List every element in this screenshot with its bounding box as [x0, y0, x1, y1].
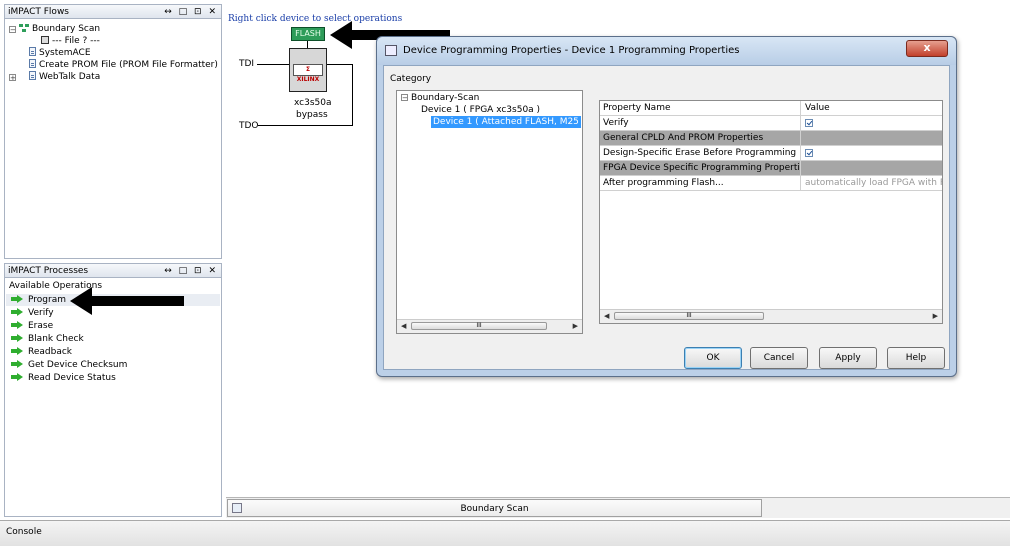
boundary-scan-collapse-icon[interactable]: −: [9, 26, 16, 34]
chain-line-right: [327, 64, 353, 65]
property-category-cpld-prom: General CPLD And PROM Properties: [600, 131, 942, 146]
xilinx-logo-icon: Σ XILINX: [293, 64, 323, 83]
flow-item-create-prom[interactable]: Create PROM File (PROM File Formatter): [29, 59, 218, 71]
dialog-body: Category − Boundary-Scan Device 1 ( FPGA…: [383, 65, 950, 370]
device-name-label: xc3s50a: [294, 98, 332, 108]
category-label: Category: [390, 74, 432, 84]
property-horizontal-scrollbar[interactable]: ◀ III ▶: [600, 309, 942, 323]
scroll-thumb[interactable]: III: [411, 322, 547, 330]
property-row-verify[interactable]: Verify: [600, 116, 942, 131]
category-device-1-flash[interactable]: Device 1 ( Attached FLASH, M25: [431, 116, 581, 128]
property-row-after-programming-flash[interactable]: After programming Flash... automatically…: [600, 176, 942, 191]
boundary-scan-icon: [19, 24, 29, 32]
green-arrow-icon: [11, 295, 23, 303]
document-icon: [29, 47, 36, 56]
flash-connector: [307, 41, 308, 48]
operation-program[interactable]: Program: [11, 294, 66, 306]
operation-get-device-checksum[interactable]: Get Device Checksum: [11, 359, 127, 371]
webtalk-expand-icon[interactable]: +: [9, 74, 16, 82]
property-value: [802, 161, 942, 175]
processes-panel-controls[interactable]: ↔ □ ⊡ ✕: [164, 264, 218, 278]
impact-flows-panel: iMPACT Flows ↔ □ ⊡ ✕ − Boundary Scan ---…: [4, 4, 222, 259]
tab-label: Boundary Scan: [460, 504, 529, 514]
fpga-chip[interactable]: Σ XILINX: [289, 48, 327, 92]
flow-item-boundary-scan[interactable]: Boundary Scan: [19, 23, 100, 35]
tdo-line: [258, 125, 353, 126]
property-value: [802, 146, 942, 160]
property-row-design-specific-erase[interactable]: Design-Specific Erase Before Programming: [600, 146, 942, 161]
green-arrow-icon: [11, 347, 23, 355]
flow-item-systemace[interactable]: SystemACE: [29, 47, 91, 59]
property-grid: Property Name Value Verify General CPLD …: [599, 100, 943, 324]
chain-line-vertical: [352, 64, 353, 125]
green-arrow-icon: [11, 373, 23, 381]
operation-verify[interactable]: Verify: [11, 307, 54, 319]
erase-checkbox[interactable]: [805, 149, 813, 157]
property-value: [802, 131, 942, 145]
operation-read-device-status[interactable]: Read Device Status: [11, 372, 116, 384]
processes-panel-header: iMPACT Processes ↔ □ ⊡ ✕: [5, 264, 221, 278]
tab-boundary-scan[interactable]: Boundary Scan: [227, 499, 762, 517]
column-property-name[interactable]: Property Name: [600, 101, 801, 115]
processes-panel-title: iMPACT Processes: [8, 266, 89, 276]
property-name: Design-Specific Erase Before Programming: [600, 146, 801, 160]
category-horizontal-scrollbar[interactable]: ◀ III ▶: [397, 319, 582, 333]
flash-device[interactable]: FLASH: [291, 27, 325, 41]
boundary-scan-category-collapse-icon[interactable]: −: [401, 94, 408, 102]
property-name: Verify: [600, 116, 801, 130]
green-arrow-icon: [11, 334, 23, 342]
property-grid-header: Property Name Value: [600, 101, 942, 116]
green-arrow-icon: [11, 308, 23, 316]
close-button[interactable]: x: [906, 40, 948, 57]
category-tree[interactable]: − Boundary-Scan Device 1 ( FPGA xc3s50a …: [396, 90, 583, 334]
canvas-hint-text: Right click device to select operations: [228, 14, 403, 24]
verify-checkbox[interactable]: [805, 119, 813, 127]
property-category-name: General CPLD And PROM Properties: [600, 131, 801, 145]
tdo-label: TDO: [239, 121, 259, 131]
flows-panel-header: iMPACT Flows ↔ □ ⊡ ✕: [5, 5, 221, 19]
operation-blank-check[interactable]: Blank Check: [11, 333, 84, 345]
document-icon: [29, 71, 36, 80]
property-value: [802, 116, 942, 130]
ok-button[interactable]: OK: [684, 347, 742, 369]
console-label: Console: [6, 527, 42, 537]
scroll-left-icon[interactable]: ◀: [401, 322, 406, 330]
scroll-left-icon[interactable]: ◀: [604, 312, 609, 320]
apply-button[interactable]: Apply: [819, 347, 877, 369]
property-name: After programming Flash...: [600, 176, 801, 190]
cancel-button[interactable]: Cancel: [750, 347, 808, 369]
category-device-1-fpga[interactable]: Device 1 ( FPGA xc3s50a ): [421, 104, 540, 116]
console-bar[interactable]: Console: [0, 520, 1010, 546]
property-category-name: FPGA Device Specific Programming Propert…: [600, 161, 801, 175]
dialog-title: Device Programming Properties - Device 1…: [403, 45, 740, 56]
chip-icon: [41, 36, 49, 44]
device-programming-properties-dialog: Device Programming Properties - Device 1…: [376, 36, 957, 377]
document-tab-bar: Boundary Scan: [226, 497, 1010, 518]
dialog-app-icon: [385, 45, 397, 56]
column-value[interactable]: Value: [802, 101, 942, 115]
tdi-label: TDI: [239, 59, 255, 69]
flow-item-webtalk[interactable]: WebTalk Data: [29, 71, 100, 83]
callout-arrow-program: [70, 287, 184, 315]
operation-erase[interactable]: Erase: [11, 320, 53, 332]
green-arrow-icon: [11, 360, 23, 368]
scroll-thumb[interactable]: III: [614, 312, 764, 320]
scroll-right-icon[interactable]: ▶: [933, 312, 938, 320]
flows-panel-controls[interactable]: ↔ □ ⊡ ✕: [164, 5, 218, 19]
after-programming-value[interactable]: automatically load FPGA with Fl: [802, 176, 942, 190]
flows-panel-title: iMPACT Flows: [8, 7, 69, 17]
device-mode-label: bypass: [296, 110, 328, 120]
green-arrow-icon: [11, 321, 23, 329]
flow-item-file[interactable]: --- File ? ---: [41, 35, 100, 47]
help-button[interactable]: Help: [887, 347, 945, 369]
document-icon: [29, 59, 36, 68]
category-boundary-scan[interactable]: Boundary-Scan: [411, 92, 479, 104]
dialog-titlebar[interactable]: Device Programming Properties - Device 1…: [377, 37, 956, 65]
property-category-fpga-specific: FPGA Device Specific Programming Propert…: [600, 161, 942, 176]
operation-readback[interactable]: Readback: [11, 346, 72, 358]
tdi-line: [257, 64, 289, 65]
scroll-right-icon[interactable]: ▶: [573, 322, 578, 330]
